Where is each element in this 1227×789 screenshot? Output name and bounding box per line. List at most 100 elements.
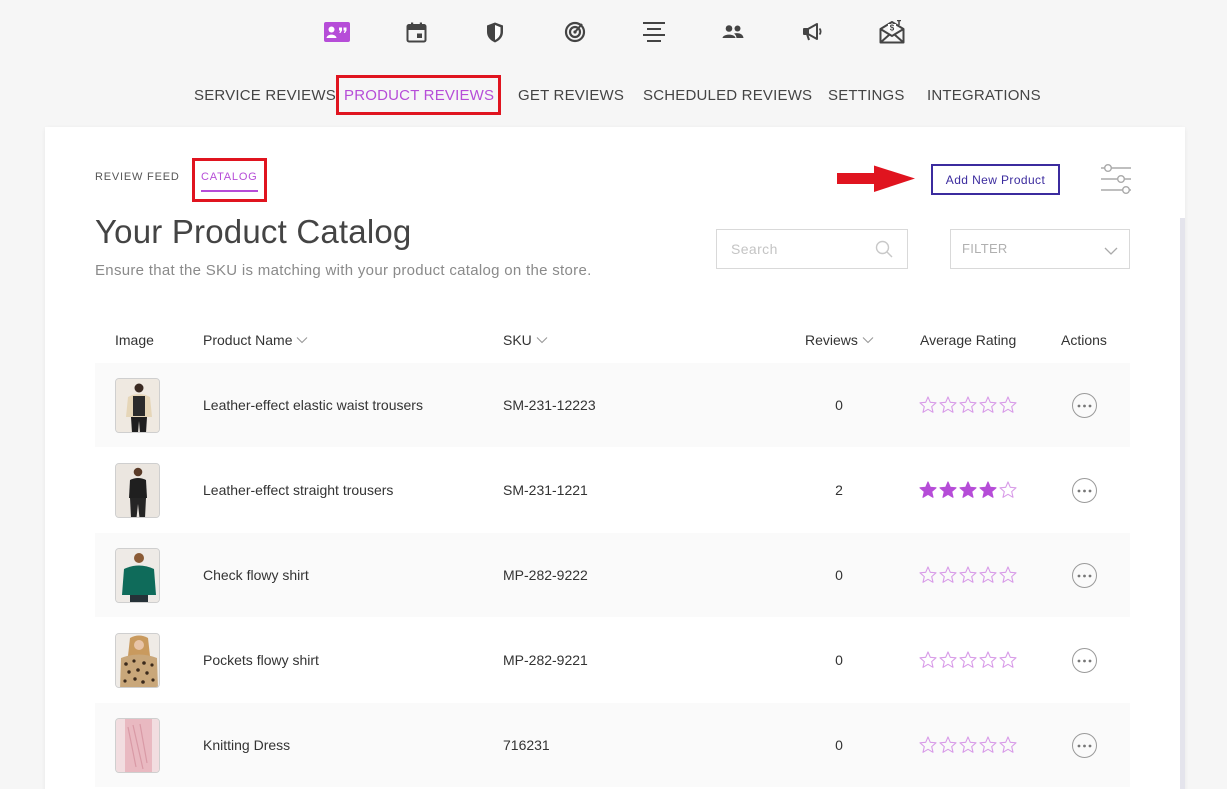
product-sku: MP-282-9221 — [503, 652, 588, 668]
col-average-rating: Average Rating — [920, 332, 1017, 348]
top-icon-bar: $ — [0, 17, 1227, 49]
product-name: Leather-effect straight trousers — [203, 482, 394, 498]
col-sku-label: SKU — [503, 332, 532, 348]
search-input[interactable] — [717, 230, 867, 268]
star-rating — [919, 481, 1019, 499]
megaphone-icon[interactable] — [799, 17, 827, 47]
star-empty-icon — [999, 396, 1017, 413]
row-actions-button[interactable] — [1072, 393, 1097, 418]
product-sku: SM-231-1221 — [503, 482, 588, 498]
col-reviews[interactable]: Reviews — [805, 320, 874, 360]
product-thumbnail[interactable] — [115, 378, 160, 433]
users-icon[interactable] — [719, 17, 747, 47]
star-empty-icon — [979, 396, 997, 413]
product-name: Knitting Dress — [203, 737, 291, 753]
star-filled-icon — [939, 481, 957, 498]
chevron-down-icon — [862, 336, 874, 344]
review-count: 0 — [835, 397, 843, 413]
product-thumbnail[interactable] — [115, 633, 160, 688]
table-row: Check flowy shirt MP-282-9222 0 — [95, 533, 1130, 617]
nav-product-reviews[interactable]: PRODUCT REVIEWS — [344, 78, 494, 114]
more-horizontal-icon — [1077, 404, 1092, 407]
row-actions-button[interactable] — [1072, 563, 1097, 588]
nav-settings[interactable]: SETTINGS — [828, 78, 905, 114]
star-filled-icon — [919, 481, 937, 498]
table-row: Leather-effect straight trousers SM-231-… — [95, 448, 1130, 532]
target-icon[interactable] — [561, 17, 589, 47]
star-empty-icon — [959, 651, 977, 668]
star-rating — [919, 651, 1019, 669]
nav-integrations[interactable]: INTEGRATIONS — [927, 78, 1041, 114]
col-product-name[interactable]: Product Name — [203, 320, 308, 360]
shield-icon[interactable] — [481, 17, 509, 47]
star-empty-icon — [999, 651, 1017, 668]
reviews-card-icon[interactable] — [323, 17, 351, 47]
star-empty-icon — [999, 736, 1017, 753]
table-header: Image Product Name SKU Reviews Average R… — [95, 320, 1130, 360]
add-new-product-button[interactable]: Add New Product — [931, 164, 1060, 195]
star-empty-icon — [979, 651, 997, 668]
tab-review-feed[interactable]: REVIEW FEED — [95, 160, 180, 196]
star-empty-icon — [959, 566, 977, 583]
more-horizontal-icon — [1077, 659, 1092, 662]
filter-dropdown[interactable]: FILTER — [950, 229, 1130, 269]
review-count: 2 — [835, 482, 843, 498]
main-nav: SERVICE REVIEWS PRODUCT REVIEWS GET REVI… — [0, 78, 1227, 114]
star-empty-icon — [939, 736, 957, 753]
product-name: Check flowy shirt — [203, 567, 309, 583]
col-sku[interactable]: SKU — [503, 320, 548, 360]
col-product-name-label: Product Name — [203, 332, 293, 348]
filter-label: FILTER — [962, 241, 1008, 256]
more-horizontal-icon — [1077, 489, 1092, 492]
star-empty-icon — [979, 566, 997, 583]
nav-service-reviews[interactable]: SERVICE REVIEWS — [194, 78, 336, 114]
star-rating — [919, 736, 1019, 754]
star-rating — [919, 396, 1019, 414]
more-horizontal-icon — [1077, 574, 1092, 577]
row-actions-button[interactable] — [1072, 478, 1097, 503]
product-name: Leather-effect elastic waist trousers — [203, 397, 423, 413]
search-icon[interactable] — [875, 240, 893, 263]
star-empty-icon — [919, 566, 937, 583]
col-actions: Actions — [1061, 332, 1107, 348]
scrollbar-track[interactable] — [1180, 218, 1185, 789]
review-count: 0 — [835, 652, 843, 668]
tab-catalog[interactable]: CATALOG — [201, 160, 258, 196]
envelope-money-icon[interactable]: $ — [878, 17, 906, 47]
star-empty-icon — [919, 651, 937, 668]
star-empty-icon — [999, 566, 1017, 583]
chevron-down-icon — [536, 336, 548, 344]
star-filled-icon — [979, 481, 997, 498]
page-title: Your Product Catalog — [95, 213, 412, 250]
product-thumbnail[interactable] — [115, 463, 160, 518]
nav-get-reviews[interactable]: GET REVIEWS — [518, 78, 624, 114]
star-empty-icon — [939, 566, 957, 583]
star-empty-icon — [979, 736, 997, 753]
align-center-icon[interactable] — [640, 17, 668, 47]
sliders-icon[interactable] — [1098, 163, 1132, 195]
search-box — [716, 229, 908, 269]
svg-text:$: $ — [890, 24, 895, 33]
chevron-down-icon — [1104, 243, 1118, 261]
chevron-down-icon — [297, 336, 308, 344]
product-sku: 716231 — [503, 737, 550, 753]
star-rating — [919, 566, 1019, 584]
review-count: 0 — [835, 737, 843, 753]
table-row: Knitting Dress 716231 0 — [95, 703, 1130, 787]
star-empty-icon — [919, 736, 937, 753]
col-image: Image — [115, 332, 154, 348]
product-sku: MP-282-9222 — [503, 567, 588, 583]
review-count: 0 — [835, 567, 843, 583]
row-actions-button[interactable] — [1072, 733, 1097, 758]
page-subtitle: Ensure that the SKU is matching with you… — [95, 262, 592, 279]
calendar-icon[interactable] — [402, 17, 430, 47]
star-empty-icon — [939, 651, 957, 668]
product-name: Pockets flowy shirt — [203, 652, 319, 668]
product-thumbnail[interactable] — [115, 548, 160, 603]
col-reviews-label: Reviews — [805, 332, 858, 348]
product-thumbnail[interactable] — [115, 718, 160, 773]
star-empty-icon — [939, 396, 957, 413]
row-actions-button[interactable] — [1072, 648, 1097, 673]
nav-scheduled-reviews[interactable]: SCHEDULED REVIEWS — [643, 78, 812, 114]
table-row: Pockets flowy shirt MP-282-9221 0 — [95, 618, 1130, 702]
